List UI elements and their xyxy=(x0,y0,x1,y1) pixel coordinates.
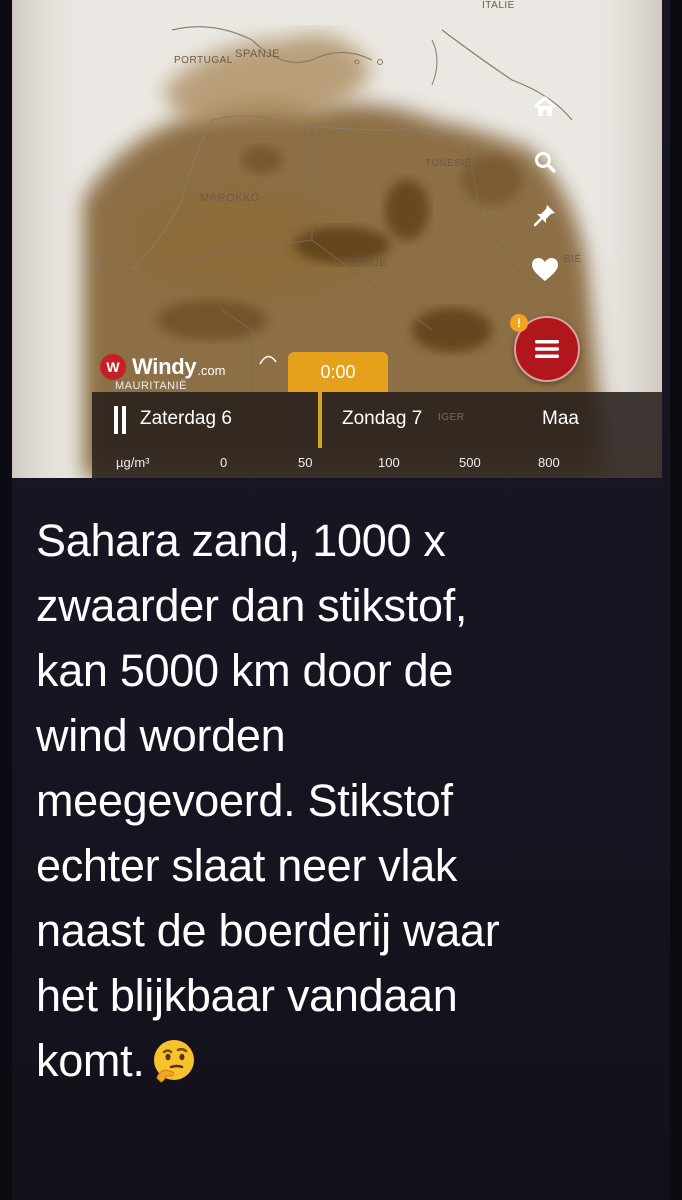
day-monday[interactable]: Maa xyxy=(542,408,579,430)
left-border xyxy=(0,0,12,1200)
caption-line: zwaarder dan stikstof, xyxy=(36,580,468,631)
caption-last-line: komt. xyxy=(36,1028,646,1093)
label-mauritanie: MAURITANIË xyxy=(115,380,188,392)
caption-line: naast de boerderij waar xyxy=(36,905,500,956)
windy-map-screenshot: PORTUGAL SPANJE ITALIE MAROKKO TUNESIË A… xyxy=(12,0,662,478)
caption-line: wind worden xyxy=(36,710,286,761)
pin-button[interactable] xyxy=(528,198,562,232)
windy-logo-word: Windy xyxy=(132,354,197,379)
search-icon xyxy=(535,152,556,173)
pause-button[interactable] xyxy=(114,406,128,434)
heart-icon xyxy=(532,258,558,281)
label-tunesie: TUNESIË xyxy=(425,158,472,169)
legend-value: 100 xyxy=(378,455,400,470)
caption-line: echter slaat neer vlak xyxy=(36,840,458,891)
caption-line: meegevoerd. Stikstof xyxy=(36,775,453,826)
caption-line: Sahara zand, 1000 x xyxy=(36,515,446,566)
caption-line: komt. xyxy=(36,1035,145,1086)
windy-logo[interactable]: W Windy .com xyxy=(100,354,225,380)
color-legend: µg/m³ 0 50 100 500 800 xyxy=(92,448,662,478)
legend-value: 800 xyxy=(538,455,560,470)
legend-value: 50 xyxy=(298,455,313,470)
pause-icon xyxy=(114,406,118,434)
label-italie: ITALIE xyxy=(482,0,515,11)
collapse-arrow-icon[interactable] xyxy=(258,352,278,366)
right-border xyxy=(670,0,682,1200)
legend-value: 0 xyxy=(220,455,228,470)
legend-unit: µg/m³ xyxy=(116,455,150,470)
alert-badge: ! xyxy=(510,314,528,332)
day-sunday[interactable]: Zondag 7 xyxy=(342,408,422,430)
pin-icon xyxy=(533,205,555,227)
label-niger: IGER xyxy=(438,412,465,423)
home-icon xyxy=(533,96,557,116)
label-spanje: SPANJE xyxy=(235,48,280,60)
home-button[interactable] xyxy=(528,90,562,124)
search-button[interactable] xyxy=(528,145,562,179)
post-frame: PORTUGAL SPANJE ITALIE MAROKKO TUNESIË A… xyxy=(0,0,682,1200)
legend-value: 500 xyxy=(459,455,481,470)
label-marokko: MAROKKO xyxy=(200,192,260,204)
favorite-button[interactable] xyxy=(528,253,562,287)
day-saturday[interactable]: Zaterdag 6 xyxy=(140,408,232,430)
caption-line: het blijkbaar vandaan xyxy=(36,970,458,1021)
caption-line: kan 5000 km door de xyxy=(36,645,454,696)
current-time-pill[interactable]: 0:00 xyxy=(288,352,388,392)
label-portugal: PORTUGAL xyxy=(174,55,233,66)
windy-logo-mark: W xyxy=(100,354,126,380)
label-libie: BIË xyxy=(564,254,582,265)
timeline-cursor[interactable] xyxy=(318,392,322,448)
thinking-face-icon xyxy=(153,1040,194,1083)
windy-logo-domain: .com xyxy=(197,362,226,378)
timeline-bar[interactable]: Zaterdag 6 Zondag 7 IGER Maa xyxy=(92,392,662,448)
post-caption: Sahara zand, 1000 x zwaarder dan stiksto… xyxy=(36,508,646,1093)
menu-icon xyxy=(535,340,559,358)
label-algerije: ALGERIJE xyxy=(330,257,388,269)
